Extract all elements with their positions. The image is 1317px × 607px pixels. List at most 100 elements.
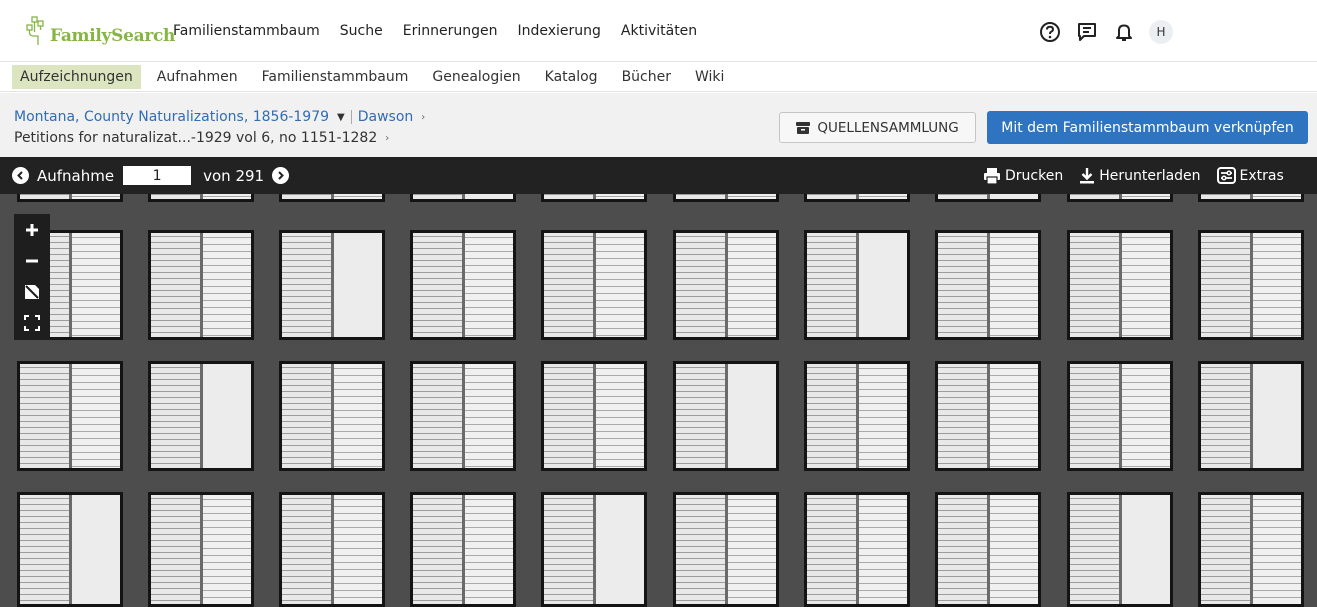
image-thumbnail[interactable] [410, 194, 516, 202]
image-thumbnail[interactable] [804, 361, 910, 471]
image-thumbnail[interactable] [279, 492, 385, 607]
nav-family-tree[interactable]: Familienstammbaum [173, 23, 320, 39]
image-thumbnail[interactable] [1067, 492, 1173, 607]
image-thumbnail[interactable] [673, 361, 779, 471]
nav-activities[interactable]: Aktivitäten [621, 23, 697, 39]
collection-dropdown-icon[interactable]: ▼ [337, 112, 345, 123]
user-avatar[interactable]: H [1149, 20, 1173, 44]
subnav-records[interactable]: Aufzeichnungen [12, 65, 141, 89]
image-thumbnail[interactable] [541, 361, 647, 471]
messages-icon[interactable] [1075, 20, 1099, 44]
image-thumbnail[interactable] [673, 194, 779, 202]
record-page-image [20, 495, 120, 604]
record-page-image [1070, 495, 1170, 604]
record-page-image [807, 364, 907, 468]
source-box-button[interactable]: QUELLENSAMMLUNG [779, 112, 976, 143]
image-total-count: von 291 [203, 166, 265, 185]
next-image-icon[interactable] [272, 167, 290, 184]
image-thumbnail[interactable] [935, 230, 1041, 340]
subnav-wiki[interactable]: Wiki [687, 65, 732, 89]
image-thumbnail[interactable] [804, 194, 910, 202]
familysearch-logo[interactable]: FamilySearch [26, 12, 175, 50]
nav-indexing[interactable]: Indexierung [517, 23, 600, 39]
zoom-in-icon[interactable] [14, 214, 50, 245]
image-thumbnail[interactable] [1198, 492, 1304, 607]
image-thumbnail[interactable] [1067, 230, 1173, 340]
subnav-books[interactable]: Bücher [614, 65, 679, 89]
records-subnav: Aufzeichnungen Aufnahmen Familienstammba… [0, 63, 1317, 92]
image-thumbnail[interactable] [673, 230, 779, 340]
image-thumbnail[interactable] [804, 492, 910, 607]
image-thumbnail-grid[interactable] [0, 194, 1317, 607]
record-page-image [1201, 364, 1301, 468]
image-thumbnail[interactable] [148, 361, 254, 471]
record-page-image [544, 495, 644, 604]
image-thumbnail[interactable] [17, 492, 123, 607]
zoom-out-icon[interactable] [14, 245, 50, 276]
print-label: Drucken [1005, 167, 1064, 184]
image-thumbnail[interactable] [279, 361, 385, 471]
previous-image-icon[interactable] [12, 167, 29, 184]
zoom-controls [14, 214, 50, 340]
image-number-input[interactable] [123, 166, 192, 185]
nav-memories[interactable]: Erinnerungen [403, 23, 498, 39]
breadcrumb-volume-row[interactable]: Petitions for naturalizat...-1929 vol 6,… [14, 130, 389, 146]
image-thumbnail[interactable] [148, 492, 254, 607]
download-button[interactable]: Herunterladen [1079, 167, 1201, 184]
image-thumbnail[interactable] [804, 230, 910, 340]
fit-icon[interactable] [14, 276, 50, 307]
tools-icon [1216, 167, 1236, 184]
subnav-images[interactable]: Aufnahmen [149, 65, 246, 89]
nav-search[interactable]: Suche [340, 23, 383, 39]
print-icon [984, 167, 1000, 184]
main-menu: Familienstammbaum Suche Erinnerungen Ind… [173, 0, 717, 62]
image-thumbnail[interactable] [17, 194, 123, 202]
header-icons: H [1038, 20, 1173, 44]
record-page-image [807, 194, 907, 199]
record-page-image [282, 364, 382, 468]
image-thumbnail[interactable] [1067, 194, 1173, 202]
subnav-genealogies[interactable]: Genealogien [424, 65, 528, 89]
record-page-image [544, 364, 644, 468]
subnav-catalog[interactable]: Katalog [537, 65, 606, 89]
image-thumbnail[interactable] [673, 492, 779, 607]
record-page-image [938, 233, 1038, 337]
help-icon[interactable] [1038, 20, 1062, 44]
image-thumbnail[interactable] [935, 194, 1041, 202]
image-thumbnail[interactable] [148, 194, 254, 202]
image-thumbnail[interactable] [541, 230, 647, 340]
download-label: Herunterladen [1099, 167, 1201, 184]
record-page-image [151, 495, 251, 604]
image-thumbnail[interactable] [279, 230, 385, 340]
image-thumbnail[interactable] [17, 361, 123, 471]
attach-to-tree-button[interactable]: Mit dem Familienstammbaum verknüpfen [987, 111, 1308, 144]
image-thumbnail[interactable] [148, 230, 254, 340]
record-page-image [151, 194, 251, 199]
image-thumbnail[interactable] [541, 194, 647, 202]
fullscreen-icon[interactable] [14, 307, 50, 338]
image-thumbnail[interactable] [541, 492, 647, 607]
image-thumbnail[interactable] [410, 230, 516, 340]
image-thumbnail[interactable] [1198, 194, 1304, 202]
image-thumbnail[interactable] [410, 361, 516, 471]
image-thumbnail[interactable] [410, 492, 516, 607]
breadcrumb-county[interactable]: Dawson [358, 109, 414, 125]
image-thumbnail[interactable] [279, 194, 385, 202]
record-page-image [282, 495, 382, 604]
record-page-image [676, 233, 776, 337]
breadcrumb-collection[interactable]: Montana, County Naturalizations, 1856-19… [14, 109, 329, 125]
tools-button[interactable]: Extras [1216, 167, 1284, 184]
notifications-icon[interactable] [1112, 20, 1136, 44]
subnav-family-tree[interactable]: Familienstammbaum [254, 65, 417, 89]
record-page-image [282, 194, 382, 199]
print-button[interactable]: Drucken [983, 167, 1064, 184]
logo-text: FamilySearch [50, 25, 176, 46]
image-thumbnail[interactable] [935, 361, 1041, 471]
image-thumbnail[interactable] [935, 492, 1041, 607]
record-page-image [938, 364, 1038, 468]
image-thumbnail[interactable] [1067, 361, 1173, 471]
tools-label: Extras [1239, 167, 1284, 184]
image-thumbnail[interactable] [1198, 361, 1304, 471]
image-thumbnail[interactable] [1198, 230, 1304, 340]
record-page-image [676, 364, 776, 468]
